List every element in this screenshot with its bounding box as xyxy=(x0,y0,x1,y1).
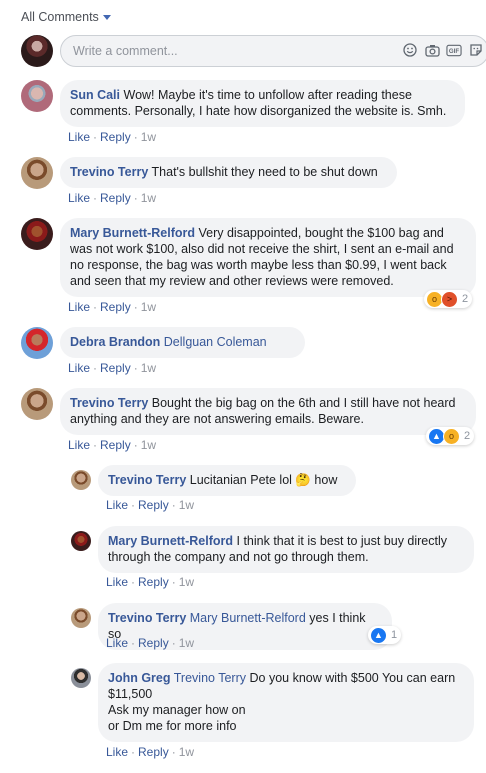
reply-button[interactable]: Reply xyxy=(100,130,131,144)
reply-button[interactable]: Reply xyxy=(100,300,131,314)
comment: Sun Cali Wow! Maybe it's time to unfollo… xyxy=(21,80,486,150)
avatar[interactable] xyxy=(71,470,91,490)
comment-bubble: Sun Cali Wow! Maybe it's time to unfollo… xyxy=(60,80,465,127)
comment-author[interactable]: Sun Cali xyxy=(70,88,120,102)
reply-button[interactable]: Reply xyxy=(138,745,169,759)
like-button[interactable]: Like xyxy=(68,130,90,144)
comment-filter-dropdown[interactable]: All Comments xyxy=(21,10,111,24)
like-button[interactable]: Like xyxy=(68,191,90,205)
like-button[interactable]: Like xyxy=(106,636,128,650)
emoji-icon[interactable] xyxy=(402,42,418,58)
reply-bubble: Mary Burnett-Relford I think that it is … xyxy=(98,526,474,573)
reply-text: Lucitanian Pete lol 🤔 how xyxy=(189,473,338,487)
comment-text: Wow! Maybe it's time to unfollow after r… xyxy=(70,88,447,118)
svg-text:GIF: GIF xyxy=(449,48,459,55)
comment-bubble: Debra Brandon Dellguan Coleman xyxy=(60,327,305,358)
reply-author[interactable]: Trevino Terry xyxy=(108,473,186,487)
reply-timestamp[interactable]: 1w xyxy=(179,745,194,759)
avatar[interactable] xyxy=(21,388,53,420)
sticker-icon[interactable] xyxy=(468,42,484,58)
reaction-count: 2 xyxy=(462,293,469,305)
comment-timestamp[interactable]: 1w xyxy=(141,361,156,375)
reply-bubble: Trevino Terry Lucitanian Pete lol 🤔 how xyxy=(98,465,356,496)
reply-button[interactable]: Reply xyxy=(100,361,131,375)
comment-timestamp[interactable]: 1w xyxy=(141,130,156,144)
reply: Mary Burnett-Relford I think that it is … xyxy=(71,526,486,592)
comment-timestamp[interactable]: 1w xyxy=(141,438,156,452)
comment: Trevino Terry That's bullshit they need … xyxy=(21,157,486,207)
comment-author[interactable]: Mary Burnett-Relford xyxy=(70,226,195,240)
avatar[interactable] xyxy=(21,157,53,189)
reply-text-line-3: or Dm me for more info xyxy=(108,719,237,733)
reply: Trevino Terry Mary Burnett-Relford yes I… xyxy=(71,603,486,653)
reaction-summary[interactable]: ▲ o 2 xyxy=(426,427,475,445)
comment: Debra Brandon Dellguan Coleman Like · Repl… xyxy=(21,327,486,377)
tagged-user[interactable]: Mary Burnett-Relford xyxy=(190,611,306,625)
camera-icon[interactable] xyxy=(424,42,440,58)
tagged-user[interactable]: Trevino Terry xyxy=(174,671,246,685)
reply-button[interactable]: Reply xyxy=(138,498,169,512)
comment-input-placeholder: Write a comment... xyxy=(73,44,178,58)
reaction-summary[interactable]: o >2 xyxy=(424,290,473,308)
like-reaction-icon: ▲ xyxy=(370,626,387,644)
like-button[interactable]: Like xyxy=(106,745,128,759)
avatar[interactable] xyxy=(71,608,91,628)
reply-timestamp[interactable]: 1w xyxy=(179,636,194,650)
reply: Trevino Terry Lucitanian Pete lol 🤔 how … xyxy=(71,465,486,515)
comment: Mary Burnett-Relford Very disappointed, … xyxy=(21,218,486,320)
comment-bubble: Mary Burnett-Relford Very disappointed, … xyxy=(60,218,476,297)
like-button[interactable]: Like xyxy=(68,300,90,314)
reaction-count: 1 xyxy=(391,629,398,641)
comment-bubble: Trevino Terry That's bullshit they need … xyxy=(60,157,397,188)
reaction-count: 2 xyxy=(464,430,471,442)
angry-reaction-icon: > xyxy=(441,290,458,308)
like-button[interactable]: Like xyxy=(68,438,90,452)
comment-text: That's bullshit they need to be shut dow… xyxy=(151,165,378,179)
avatar[interactable] xyxy=(21,218,53,250)
reply: John Greg Trevino Terry Do you know with… xyxy=(71,663,486,763)
wow-reaction-icon: o xyxy=(443,427,460,445)
caret-down-icon xyxy=(102,15,111,21)
reply-timestamp[interactable]: 1w xyxy=(179,498,194,512)
reply-author[interactable]: Mary Burnett-Relford xyxy=(108,534,233,548)
reply-text-line-2: Ask my manager how on xyxy=(108,703,246,717)
tagged-user[interactable]: Dellguan Coleman xyxy=(164,335,267,349)
like-button[interactable]: Like xyxy=(106,498,128,512)
like-button[interactable]: Like xyxy=(68,361,90,375)
comment-author[interactable]: Trevino Terry xyxy=(70,396,148,410)
comment-composer: Write a comment... GIF xyxy=(21,35,486,67)
reply-button[interactable]: Reply xyxy=(100,438,131,452)
avatar[interactable] xyxy=(21,80,53,112)
like-button[interactable]: Like xyxy=(106,575,128,589)
avatar[interactable] xyxy=(71,531,91,551)
avatar[interactable] xyxy=(71,668,91,688)
comment-author[interactable]: Debra Brandon xyxy=(70,335,160,349)
reply-button[interactable]: Reply xyxy=(138,636,169,650)
comment-author[interactable]: Trevino Terry xyxy=(70,165,148,179)
comment-input[interactable]: Write a comment... GIF xyxy=(60,35,486,67)
comment-timestamp[interactable]: 1w xyxy=(141,191,156,205)
reply-author[interactable]: John Greg xyxy=(108,671,171,685)
reply-button[interactable]: Reply xyxy=(100,191,131,205)
comment-timestamp[interactable]: 1w xyxy=(141,300,156,314)
gif-icon[interactable]: GIF xyxy=(446,42,462,58)
reply-button[interactable]: Reply xyxy=(138,575,169,589)
avatar[interactable] xyxy=(21,327,53,359)
reply-timestamp[interactable]: 1w xyxy=(179,575,194,589)
avatar[interactable] xyxy=(21,35,53,67)
comment-bubble: Trevino Terry Bought the big bag on the … xyxy=(60,388,476,435)
reaction-summary[interactable]: ▲ 1 xyxy=(368,626,402,644)
reply-bubble: John Greg Trevino Terry Do you know with… xyxy=(98,663,474,742)
reply-author[interactable]: Trevino Terry xyxy=(108,611,186,625)
comment-filter-label: All Comments xyxy=(21,10,99,24)
comment: Trevino Terry Bought the big bag on the … xyxy=(21,388,486,458)
